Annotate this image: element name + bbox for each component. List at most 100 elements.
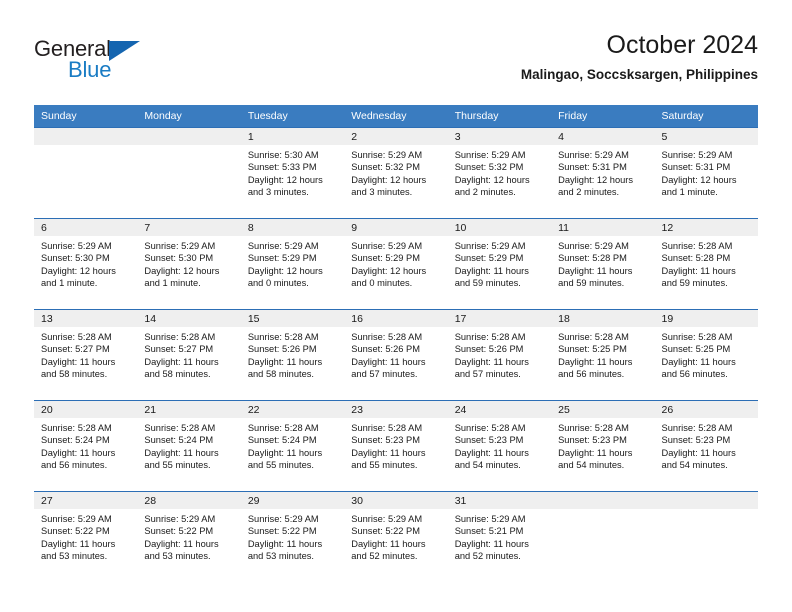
day-cell-inner: 7 Sunrise: 5:29 AM Sunset: 5:30 PM Daylight… [137, 219, 241, 309]
daylight-duration-line1: Daylight: 11 hours [144, 538, 219, 549]
day-cell-inner: 8 Sunrise: 5:29 AM Sunset: 5:29 PM Daylight… [240, 219, 345, 309]
calendar-day-cell[interactable]: 30 Sunrise: 5:29 AM Sunset: 5:22 PM Dayligh… [344, 491, 448, 582]
daylight-duration-line2: and 58 minutes. [247, 369, 314, 380]
sunset-time: Sunset: 5:24 PM [41, 435, 110, 446]
calendar-day-cell[interactable]: 24 Sunrise: 5:28 AM Sunset: 5:23 PM Dayligh… [447, 400, 552, 492]
daylight-duration-line1: Daylight: 12 hours [144, 265, 220, 276]
sunset-time: Sunset: 5:22 PM [247, 526, 317, 537]
day-cell-inner: 21 Sunrise: 5:28 AM Sunset: 5:24 PM Dayligh… [137, 401, 241, 491]
sunset-time: Sunset: 5:26 PM [351, 344, 420, 355]
weekday-header-monday: Monday [137, 105, 241, 128]
day-cell-inner: 16 Sunrise: 5:28 AM Sunset: 5:26 PM Dayligh… [344, 310, 448, 400]
calendar-day-cell[interactable]: 1 Sunrise: 5:30 AM Sunset: 5:33 PM Daylight… [240, 127, 345, 219]
calendar-day-cell[interactable]: 2 Sunrise: 5:29 AM Sunset: 5:32 PM Daylight… [344, 127, 448, 219]
sunset-time: Sunset: 5:32 PM [454, 162, 524, 173]
calendar-day-cell[interactable]: 23 Sunrise: 5:28 AM Sunset: 5:23 PM Dayligh… [344, 400, 448, 492]
calendar-day-cell[interactable]: 11 Sunrise: 5:29 AM Sunset: 5:28 PM Dayligh… [551, 218, 655, 310]
daylight-duration-line1: Daylight: 11 hours [41, 538, 116, 549]
calendar-day-cell[interactable]: 27 Sunrise: 5:29 AM Sunset: 5:22 PM Dayligh… [34, 491, 138, 582]
day-cell-details: Sunrise: 5:29 AM Sunset: 5:21 PM Daylight:… [448, 509, 551, 563]
calendar-day-cell[interactable]: 4 Sunrise: 5:29 AM Sunset: 5:31 PM Daylight… [551, 127, 655, 219]
sunset-time: Sunset: 5:28 PM [661, 253, 731, 264]
daylight-duration-line1: Daylight: 12 hours [454, 174, 530, 185]
day-cell-details: Sunrise: 5:29 AM Sunset: 5:32 PM Daylight:… [344, 145, 447, 199]
sunset-time: Sunset: 5:25 PM [558, 344, 627, 355]
day-number: 13 [34, 310, 138, 327]
calendar-day-cell-empty [137, 127, 241, 219]
calendar-day-cell[interactable]: 26 Sunrise: 5:28 AM Sunset: 5:23 PM Dayligh… [654, 400, 758, 492]
day-number: 18 [551, 310, 655, 327]
daylight-duration-line1: Daylight: 12 hours [661, 174, 737, 185]
calendar-day-cell[interactable]: 18 Sunrise: 5:28 AM Sunset: 5:25 PM Dayligh… [551, 309, 655, 401]
calendar-day-cell[interactable]: 20 Sunrise: 5:28 AM Sunset: 5:24 PM Dayligh… [34, 400, 138, 492]
calendar-day-cell[interactable]: 22 Sunrise: 5:28 AM Sunset: 5:24 PM Dayligh… [240, 400, 345, 492]
sunrise-time: Sunrise: 5:29 AM [351, 514, 423, 524]
calendar-day-cell[interactable]: 8 Sunrise: 5:29 AM Sunset: 5:29 PM Daylight… [240, 218, 345, 310]
calendar-day-cell[interactable]: 29 Sunrise: 5:29 AM Sunset: 5:22 PM Dayligh… [240, 491, 345, 582]
day-number: 14 [137, 310, 241, 327]
calendar-day-cell[interactable]: 16 Sunrise: 5:28 AM Sunset: 5:26 PM Dayligh… [344, 309, 448, 401]
calendar-week-row: 20 Sunrise: 5:28 AM Sunset: 5:24 PM Dayligh… [34, 400, 758, 492]
day-number: 21 [137, 401, 241, 418]
calendar-day-cell-empty [654, 491, 758, 582]
sunrise-time: Sunrise: 5:28 AM [41, 332, 112, 342]
weekday-header-thursday: Thursday [447, 105, 552, 128]
calendar-day-cell[interactable]: 31 Sunrise: 5:29 AM Sunset: 5:21 PM Dayligh… [447, 491, 552, 582]
daylight-duration-line2: and 57 minutes. [454, 369, 521, 380]
daylight-duration-line1: Daylight: 11 hours [351, 447, 426, 458]
calendar-day-cell[interactable]: 14 Sunrise: 5:28 AM Sunset: 5:27 PM Dayligh… [137, 309, 241, 401]
calendar-day-cell[interactable]: 25 Sunrise: 5:28 AM Sunset: 5:23 PM Dayligh… [551, 400, 655, 492]
calendar-day-cell[interactable]: 15 Sunrise: 5:28 AM Sunset: 5:26 PM Dayligh… [240, 309, 345, 401]
general-blue-logo: General Blue [34, 36, 214, 90]
weekday-header-saturday: Saturday [654, 105, 758, 128]
calendar-day-cell[interactable]: 12 Sunrise: 5:28 AM Sunset: 5:28 PM Dayligh… [654, 218, 758, 310]
daylight-duration-line2: and 59 minutes. [558, 278, 625, 289]
day-cell-details: Sunrise: 5:28 AM Sunset: 5:27 PM Daylight:… [34, 327, 137, 381]
daylight-duration-line2: and 52 minutes. [454, 551, 521, 562]
day-cell-inner [551, 492, 655, 582]
calendar-day-cell[interactable]: 10 Sunrise: 5:29 AM Sunset: 5:29 PM Dayligh… [447, 218, 552, 310]
day-number [34, 128, 138, 145]
weekday-header-friday: Friday [551, 105, 655, 128]
daylight-duration-line1: Daylight: 11 hours [247, 356, 323, 367]
day-cell-inner: 20 Sunrise: 5:28 AM Sunset: 5:24 PM Dayligh… [34, 401, 138, 491]
day-number: 31 [447, 492, 552, 509]
daylight-duration-line1: Daylight: 11 hours [454, 265, 529, 276]
weekday-header-sunday: Sunday [34, 105, 138, 128]
day-number: 8 [240, 219, 345, 236]
sunrise-time: Sunrise: 5:28 AM [351, 423, 423, 433]
logo-text-blue: Blue [68, 57, 112, 82]
sunrise-time: Sunrise: 5:29 AM [454, 241, 526, 251]
daylight-duration-line2: and 54 minutes. [454, 460, 521, 471]
daylight-duration-line1: Daylight: 11 hours [558, 447, 633, 458]
day-cell-inner: 5 Sunrise: 5:29 AM Sunset: 5:31 PM Daylight… [654, 128, 758, 218]
calendar-day-cell[interactable]: 17 Sunrise: 5:28 AM Sunset: 5:26 PM Dayligh… [447, 309, 552, 401]
calendar-day-cell[interactable]: 19 Sunrise: 5:28 AM Sunset: 5:25 PM Dayligh… [654, 309, 758, 401]
sunrise-time: Sunrise: 5:28 AM [351, 332, 423, 342]
calendar-day-cell[interactable]: 3 Sunrise: 5:29 AM Sunset: 5:32 PM Daylight… [447, 127, 552, 219]
calendar-day-cell[interactable]: 5 Sunrise: 5:29 AM Sunset: 5:31 PM Daylight… [654, 127, 758, 219]
day-cell-inner: 23 Sunrise: 5:28 AM Sunset: 5:23 PM Dayligh… [344, 401, 448, 491]
logo-triangle-icon [109, 41, 140, 61]
calendar-page: General Blue October 2024 Malingao, Socc… [0, 0, 792, 612]
weekday-header-wednesday: Wednesday [344, 105, 448, 128]
sunrise-time: Sunrise: 5:28 AM [661, 241, 733, 251]
calendar-day-cell[interactable]: 9 Sunrise: 5:29 AM Sunset: 5:29 PM Daylight… [344, 218, 448, 310]
day-number: 27 [34, 492, 138, 509]
daylight-duration-line1: Daylight: 11 hours [247, 447, 323, 458]
weekday-header-tuesday: Tuesday [240, 105, 345, 128]
calendar-day-cell[interactable]: 7 Sunrise: 5:29 AM Sunset: 5:30 PM Daylight… [137, 218, 241, 310]
calendar-day-cell[interactable]: 28 Sunrise: 5:29 AM Sunset: 5:22 PM Dayligh… [137, 491, 241, 582]
weekday-header-row: Sunday Monday Tuesday Wednesday Thursday… [34, 105, 758, 128]
sunrise-time: Sunrise: 5:29 AM [661, 150, 733, 160]
day-cell-inner: 2 Sunrise: 5:29 AM Sunset: 5:32 PM Daylight… [344, 128, 448, 218]
day-cell-inner: 30 Sunrise: 5:29 AM Sunset: 5:22 PM Dayligh… [344, 492, 448, 582]
sunrise-time: Sunrise: 5:28 AM [41, 423, 112, 433]
calendar-day-cell[interactable]: 21 Sunrise: 5:28 AM Sunset: 5:24 PM Dayligh… [137, 400, 241, 492]
daylight-duration-line1: Daylight: 12 hours [41, 265, 116, 276]
calendar-day-cell[interactable]: 6 Sunrise: 5:29 AM Sunset: 5:30 PM Daylight… [34, 218, 138, 310]
sunset-time: Sunset: 5:26 PM [454, 344, 524, 355]
calendar-day-cell[interactable]: 13 Sunrise: 5:28 AM Sunset: 5:27 PM Dayligh… [34, 309, 138, 401]
day-cell-details: Sunrise: 5:29 AM Sunset: 5:30 PM Daylight:… [137, 236, 240, 290]
daylight-duration-line1: Daylight: 11 hours [661, 356, 736, 367]
